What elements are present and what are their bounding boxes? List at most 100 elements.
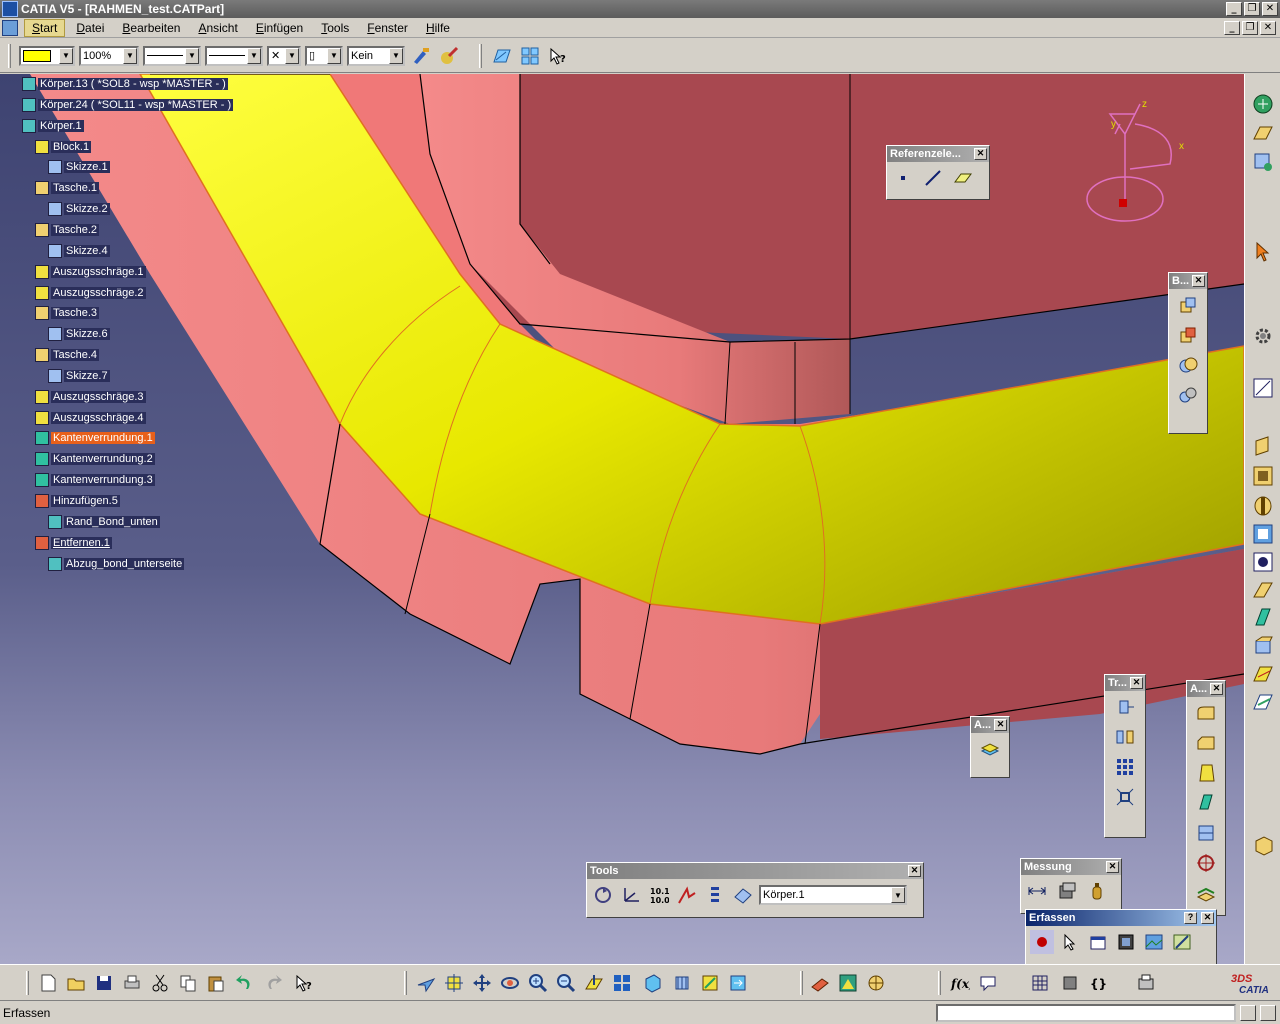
painter-icon[interactable] bbox=[409, 44, 433, 68]
menu-tools[interactable]: Tools bbox=[314, 20, 356, 36]
status-button-1[interactable] bbox=[1240, 1004, 1256, 1021]
undo-icon[interactable] bbox=[232, 971, 256, 995]
apply-material-icon[interactable] bbox=[808, 971, 832, 995]
draft-icon[interactable] bbox=[1194, 761, 1218, 785]
apply-material-icon[interactable] bbox=[978, 737, 1002, 761]
loft-icon[interactable] bbox=[1251, 662, 1275, 686]
toolbar-grip[interactable] bbox=[800, 971, 803, 995]
palette-close-button[interactable]: ✕ bbox=[908, 865, 921, 877]
catalog-icon[interactable] bbox=[703, 883, 727, 907]
tree-item[interactable]: Auszugsschräge.2 bbox=[35, 285, 146, 301]
sketcher-icon[interactable] bbox=[490, 44, 514, 68]
minimize-button[interactable]: _ bbox=[1226, 2, 1242, 16]
open-icon[interactable] bbox=[64, 971, 88, 995]
measure-item-icon[interactable] bbox=[1055, 879, 1079, 903]
toolbar-grip[interactable] bbox=[8, 43, 11, 68]
toolbar-grip[interactable] bbox=[404, 971, 407, 995]
remove-face-icon[interactable] bbox=[1194, 881, 1218, 905]
gear-icon[interactable] bbox=[1251, 324, 1275, 348]
tree-item[interactable]: Kantenverrundung.1 bbox=[35, 430, 155, 446]
scaling-icon[interactable] bbox=[1113, 785, 1137, 809]
toolbar-grip[interactable] bbox=[26, 971, 29, 995]
select-icon[interactable] bbox=[1251, 240, 1275, 264]
multi-view-icon[interactable] bbox=[518, 44, 542, 68]
palette-transformations[interactable]: Tr... ✕ bbox=[1104, 674, 1146, 838]
record-icon[interactable] bbox=[1030, 930, 1054, 954]
part-geometry[interactable] bbox=[0, 74, 1244, 964]
pattern-icon[interactable] bbox=[1113, 755, 1137, 779]
render-icon[interactable] bbox=[836, 971, 860, 995]
sketch-based-icon[interactable] bbox=[1251, 122, 1275, 146]
positioned-sketch-icon[interactable] bbox=[1251, 150, 1275, 174]
status-button-2[interactable] bbox=[1260, 1004, 1276, 1021]
palette-close-button[interactable]: ✕ bbox=[1130, 677, 1143, 689]
linewidth-combo[interactable]: ▼ bbox=[143, 45, 201, 66]
tree-item[interactable]: Auszugsschräge.1 bbox=[35, 264, 146, 280]
pocket-icon[interactable] bbox=[1251, 464, 1275, 488]
boolean-trim-icon[interactable] bbox=[1176, 383, 1200, 407]
iso-view-icon[interactable] bbox=[640, 971, 664, 995]
command-input[interactable] bbox=[936, 1003, 1236, 1022]
transparency-combo[interactable]: 100% ▼ bbox=[79, 45, 139, 66]
palette-close-button[interactable]: ✕ bbox=[974, 148, 987, 160]
edge-fillet-icon[interactable] bbox=[1194, 701, 1218, 725]
palette-a-dress-up[interactable]: A... ✕ bbox=[1186, 680, 1226, 916]
doc-minimize-button[interactable]: _ bbox=[1224, 21, 1240, 35]
tree-item[interactable]: Kantenverrundung.3 bbox=[35, 472, 155, 488]
multi-view-icon[interactable] bbox=[610, 971, 634, 995]
toolbar-grip[interactable] bbox=[479, 43, 482, 68]
analysis-icon[interactable] bbox=[864, 971, 888, 995]
palette-help-button[interactable]: ? bbox=[1184, 912, 1197, 924]
render-style-combo[interactable]: ▯ ▼ bbox=[305, 45, 343, 66]
tree-item[interactable]: Körper.24 ( *SOL11 - wsp *MASTER - ) bbox=[22, 97, 234, 113]
formula-icon[interactable]: 10.1 10.0 bbox=[647, 883, 671, 907]
cut-icon[interactable] bbox=[148, 971, 172, 995]
measure-inertia-icon[interactable] bbox=[1085, 879, 1109, 903]
redo-icon[interactable] bbox=[262, 971, 286, 995]
tree-item[interactable]: Rand_Bond_unten bbox=[48, 514, 160, 530]
point-icon[interactable] bbox=[891, 166, 915, 190]
compass-icon[interactable]: y z x bbox=[1080, 94, 1190, 234]
boolean-intersect-icon[interactable] bbox=[1176, 353, 1200, 377]
tree-item[interactable]: Tasche.3 bbox=[35, 305, 100, 321]
pad-icon[interactable] bbox=[1251, 434, 1275, 458]
select-mode-icon[interactable] bbox=[1058, 930, 1082, 954]
tree-item[interactable]: Körper.13 ( *SOL8 - wsp *MASTER - ) bbox=[22, 76, 228, 92]
album-icon[interactable] bbox=[1142, 930, 1166, 954]
mirror-icon[interactable] bbox=[1113, 725, 1137, 749]
point-symbol-combo[interactable]: ✕ ▼ bbox=[267, 45, 301, 66]
palette-close-button[interactable]: ✕ bbox=[1201, 912, 1214, 924]
hole-icon[interactable] bbox=[1251, 550, 1275, 574]
document-icon[interactable] bbox=[2, 19, 18, 36]
menu-start[interactable]: Start bbox=[24, 18, 66, 37]
grid-icon[interactable] bbox=[1028, 971, 1052, 995]
zoom-out-icon[interactable] bbox=[554, 971, 578, 995]
toolbar-grip[interactable] bbox=[938, 971, 941, 995]
layer-combo[interactable]: Kein ▼ bbox=[347, 45, 405, 66]
palette-b[interactable]: B... ✕ bbox=[1168, 272, 1208, 434]
linetype-combo[interactable]: ▼ bbox=[205, 45, 263, 66]
thickness-icon[interactable] bbox=[1194, 821, 1218, 845]
copy-icon[interactable] bbox=[176, 971, 200, 995]
menu-fenster[interactable]: Fenster bbox=[360, 20, 415, 36]
axis-system-icon[interactable] bbox=[619, 883, 643, 907]
groove-icon[interactable] bbox=[1251, 522, 1275, 546]
boolean-add-icon[interactable] bbox=[1176, 323, 1200, 347]
current-body-combo[interactable]: Körper.1 ▼ bbox=[759, 885, 907, 905]
doc-restore-button[interactable]: ❐ bbox=[1242, 21, 1258, 35]
shell-icon[interactable] bbox=[1194, 791, 1218, 815]
plane-icon[interactable] bbox=[951, 166, 975, 190]
mechanical-analysis-icon[interactable] bbox=[675, 883, 699, 907]
save-icon[interactable] bbox=[92, 971, 116, 995]
menu-ansicht[interactable]: Ansicht bbox=[191, 20, 244, 36]
tree-item[interactable]: Tasche.2 bbox=[35, 222, 100, 238]
menu-einfuegen[interactable]: Einfügen bbox=[249, 20, 310, 36]
tree-item[interactable]: Tasche.1 bbox=[35, 180, 100, 196]
boolean-assemble-icon[interactable] bbox=[1176, 293, 1200, 317]
formula-fx-icon[interactable]: f(x) bbox=[948, 971, 972, 995]
tree-item[interactable]: Entfernen.1 bbox=[35, 535, 112, 551]
knowledge-advisor-icon[interactable] bbox=[976, 971, 1000, 995]
3d-viewport[interactable]: y z x Körper.13 ( *SOL8 - wsp *MASTER - … bbox=[0, 74, 1244, 964]
color-combo[interactable]: ▼ bbox=[19, 45, 75, 66]
swap-visible-space-icon[interactable] bbox=[726, 971, 750, 995]
